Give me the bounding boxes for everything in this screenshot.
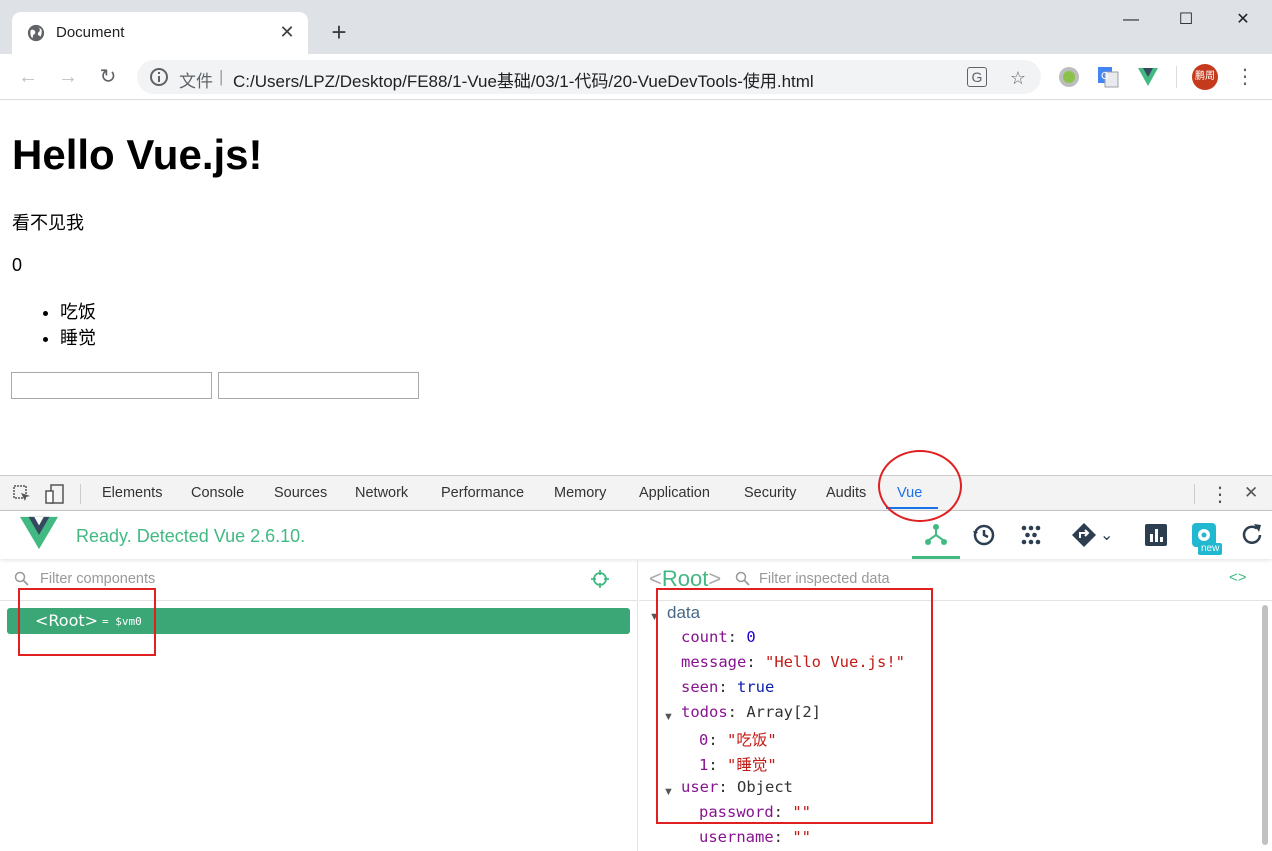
google-translate-icon[interactable]: G bbox=[1096, 65, 1120, 89]
svg-text:G: G bbox=[1101, 71, 1109, 82]
chevron-down-icon[interactable]: ⌄ bbox=[1100, 525, 1113, 545]
tab-sources[interactable]: Sources bbox=[274, 485, 327, 501]
reload-icon[interactable]: ↻ bbox=[95, 64, 121, 90]
browser-tab[interactable]: Document ✕ bbox=[12, 12, 308, 54]
tab-memory[interactable]: Memory bbox=[554, 485, 606, 501]
page-heading: Hello Vue.js! bbox=[12, 131, 263, 178]
browser-toolbar: ← → ↻ 文件 | C:/Users/LPZ/Desktop/FE88/1-V… bbox=[0, 54, 1272, 100]
annotation-box-root bbox=[18, 588, 156, 656]
tab-divider bbox=[80, 484, 81, 504]
bookmark-star-icon[interactable]: ☆ bbox=[1007, 67, 1029, 89]
devtools-panel: Elements Console Sources Network Perform… bbox=[0, 475, 1272, 851]
info-icon[interactable] bbox=[149, 67, 169, 87]
minimize-icon[interactable]: — bbox=[1108, 6, 1154, 34]
search-icon bbox=[14, 571, 29, 586]
tab-close-icon[interactable]: ✕ bbox=[276, 21, 298, 43]
tab-strip: Document ✕ + — ☐ ✕ bbox=[0, 0, 1272, 54]
chrome-menu-icon[interactable]: ⋮ bbox=[1234, 64, 1256, 90]
translate-icon[interactable]: G bbox=[967, 67, 987, 87]
globe-icon bbox=[27, 24, 45, 42]
vue-devtools-icon[interactable] bbox=[1136, 65, 1160, 89]
filter-data-input[interactable]: Filter inspected data bbox=[759, 571, 890, 587]
components-icon[interactable] bbox=[922, 521, 950, 549]
annotation-box-data bbox=[656, 588, 933, 824]
forward-icon[interactable]: → bbox=[55, 64, 81, 90]
address-bar[interactable]: 文件 | C:/Users/LPZ/Desktop/FE88/1-Vue基础/0… bbox=[137, 60, 1041, 94]
window-close-icon[interactable]: ✕ bbox=[1220, 6, 1266, 34]
extension-circle-icon[interactable] bbox=[1057, 65, 1081, 89]
device-toolbar-icon[interactable] bbox=[45, 484, 65, 504]
list-item: 吃饭 bbox=[60, 299, 96, 325]
tab-elements[interactable]: Elements bbox=[102, 485, 162, 501]
hidden-toggle-text: 看不见我 bbox=[12, 213, 84, 233]
back-icon[interactable]: ← bbox=[15, 64, 41, 90]
new-badge: new bbox=[1198, 543, 1223, 555]
tab-console[interactable]: Console bbox=[191, 485, 244, 501]
vue-status-text: Ready. Detected Vue 2.6.10. bbox=[76, 526, 306, 546]
inspector-scrollbar[interactable] bbox=[1262, 605, 1268, 845]
routing-icon[interactable] bbox=[1070, 521, 1098, 549]
text-input-1[interactable] bbox=[11, 372, 212, 399]
count-text: 0 bbox=[12, 255, 23, 275]
toolbar-divider bbox=[1176, 66, 1177, 88]
tab-divider bbox=[1194, 484, 1195, 504]
inspect-element-icon[interactable] bbox=[12, 484, 32, 504]
devtools-tab-bar: Elements Console Sources Network Perform… bbox=[0, 476, 1272, 511]
text-input-2[interactable] bbox=[218, 372, 419, 399]
vue-logo-icon bbox=[20, 516, 58, 550]
filter-components-input[interactable]: Filter components bbox=[40, 571, 155, 587]
url-text[interactable]: C:/Users/LPZ/Desktop/FE88/1-Vue基础/03/1-代… bbox=[233, 67, 814, 92]
select-component-target-icon[interactable] bbox=[591, 570, 609, 588]
devtools-menu-icon[interactable]: ⋮ bbox=[1210, 482, 1230, 507]
annotation-circle-vue-tab bbox=[878, 450, 962, 522]
profile-avatar[interactable]: 鹏周 bbox=[1192, 64, 1218, 90]
new-tab-icon[interactable]: + bbox=[326, 19, 352, 46]
performance-chart-icon[interactable] bbox=[1142, 521, 1170, 549]
tab-application[interactable]: Application bbox=[639, 485, 710, 501]
tab-title: Document bbox=[56, 24, 125, 41]
vuex-icon[interactable] bbox=[1017, 521, 1045, 549]
url-separator: | bbox=[219, 67, 224, 86]
page-content: Hello Vue.js! 看不见我 0 吃饭 睡觉 bbox=[0, 101, 1272, 475]
todo-list: 吃饭 睡觉 bbox=[60, 299, 96, 351]
maximize-icon[interactable]: ☐ bbox=[1163, 6, 1209, 34]
vue-devtools-header: Ready. Detected Vue 2.6.10. ⌄ new bbox=[0, 511, 1272, 559]
timeline-history-icon[interactable] bbox=[970, 521, 998, 549]
refresh-icon[interactable] bbox=[1238, 521, 1266, 549]
url-scheme-label: 文件 bbox=[179, 72, 213, 91]
list-item: 睡觉 bbox=[60, 325, 96, 351]
tab-performance[interactable]: Performance bbox=[441, 485, 524, 501]
tab-security[interactable]: Security bbox=[744, 485, 796, 501]
tab-audits[interactable]: Audits bbox=[826, 485, 866, 501]
search-icon bbox=[735, 571, 750, 586]
data-row-user-username[interactable]: username: "" bbox=[699, 828, 811, 846]
devtools-close-icon[interactable]: ✕ bbox=[1244, 483, 1258, 503]
code-view-icon[interactable]: <> bbox=[1229, 569, 1247, 586]
tab-network[interactable]: Network bbox=[355, 485, 408, 501]
